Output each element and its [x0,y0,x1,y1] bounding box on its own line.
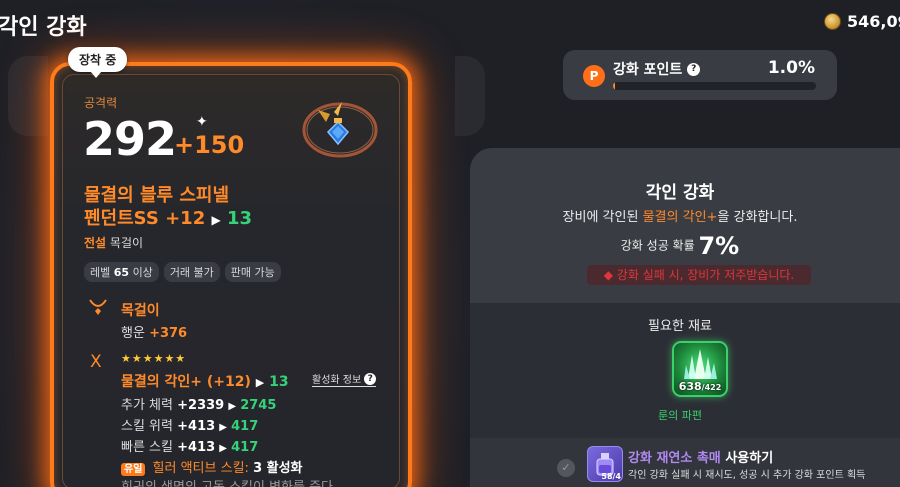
check-icon[interactable]: ✓ [557,459,575,477]
unique-skill-text: 힐러 액티브 스킬: [152,461,249,476]
equipped-badge: 장착 중 [68,47,128,78]
level-tag: 레벨 65 이상 [84,262,159,282]
catalyst-title: 강화 재연소 촉매 사용하기 [628,447,773,466]
stat-value: +413 [177,440,216,455]
enhance-point-label-text: 강화 포인트 [613,62,683,78]
rune-shard-icon [684,349,717,379]
panel-title: 각인 강화 [645,183,715,203]
page-title: 각인 강화 [0,15,87,40]
item-base-name: 펜던트SS [84,208,159,229]
coin-icon [824,13,841,30]
enhance-point-value: 1.0% [767,58,815,78]
engrave-name-text: 물결의 각인+ (+12) [121,374,251,390]
question-icon[interactable]: ? [687,62,701,76]
rune-shard-slot[interactable]: 638/422 [672,341,728,397]
stat-value: +413 [177,419,216,434]
activate-info-link[interactable]: 활성화 정보 ? [312,371,377,387]
point-icon: P [583,65,605,87]
main-stat-bonus: +150 [174,131,245,159]
required-materials: 필요한 재료 638/422 룬의 파편 [470,303,900,438]
unique-skill-line: 유일 힐러 액티브 스킬: 3 활성화 [121,457,303,476]
material-name: 룬의 파편 [658,409,702,422]
desc-highlight: 물결의 각인+ [642,210,718,225]
unique-skill-value: 3 활성화 [253,461,303,476]
level-prefix: 레벨 [90,266,111,279]
engrave-stat-line: 추가 체력 +2339 ▶ 2745 [121,394,276,413]
enhance-point-label: 강화 포인트 ? [613,59,701,79]
luck-stat: 행운 +376 [121,322,187,341]
stat-name: 빠른 스킬 [121,440,173,455]
desc-prefix: 장비에 각인된 [562,210,639,225]
engrave-stat-line: 빠른 스킬 +413 ▶ 417 [121,436,258,455]
main-stat-value: 292 [83,112,177,166]
item-name-line1: 물결의 블루 스피넬 [84,185,230,206]
stat-next-value: 2745 [240,398,277,413]
currency-amount: 546,09 [847,12,900,31]
catalyst-description: 각인 강화 실패 시 재시도, 성공 시 추가 강화 포인트 획득 [628,470,866,481]
engrave-icon: Ⅹ [90,352,102,372]
catalyst-name: 강화 재연소 촉매 [628,451,721,466]
material-have: 638 [678,380,702,393]
enhance-point-bar [613,82,816,90]
upgrade-next: 13 [227,208,253,229]
upgrade-current: +12 [165,208,206,229]
skill-description: 회귀의 생명의 고동 스킬이 변화를 준다 [121,476,333,487]
warning-icon: ◆ [603,268,613,282]
main-stat-label: 공격력 [84,96,118,110]
arrow-right-icon: ▶ [211,213,221,227]
item-type: 전설 목걸이 [84,234,143,251]
enhance-point-box: P 강화 포인트 ? 1.0% [563,50,837,100]
unique-badge: 유일 [121,463,146,476]
panel-description: 장비에 각인된 물결의 각인+을 강화합니다. [470,206,890,225]
activate-info-label: 활성화 정보 [312,375,362,386]
background-decoration [8,56,48,136]
sell-tag: 판매 가능 [224,262,281,282]
success-rate-label: 강화 성공 확률 [620,238,695,253]
success-rate-value: 7% [698,232,740,260]
sparkle-icon: ✦ [196,114,208,130]
background-decoration [455,56,485,136]
curse-warning-text: 강화 실패 시, 장비가 저주받습니다. [616,268,795,282]
item-name-line2: 펜던트SS +12 ▶ 13 [84,207,252,232]
desc-suffix: 을 강화합니다. [717,210,798,225]
luck-stat-name: 행운 [121,326,145,341]
item-type-label: 목걸이 [109,236,144,250]
material-count: 638/422 [674,380,726,393]
item-name: 물결의 블루 스피넬 펜던트SS +12 ▶ 13 [84,184,252,232]
stat-value: +2339 [177,398,225,413]
enhance-panel: 각인 강화 장비에 각인된 물결의 각인+을 강화합니다. 강화 성공 확률 7… [470,148,900,487]
engrave-stat-line: 스킬 위력 +413 ▶ 417 [121,415,258,434]
material-need: /422 [701,383,722,392]
curse-warning: ◆ 강화 실패 시, 장비가 저주받습니다. [587,265,811,285]
materials-title: 필요한 재료 [648,319,712,334]
currency-display: 546,09 [824,12,900,31]
engrave-stars: ★★★★★★ [121,352,187,365]
item-tags: 레벨 65 이상 거래 불가 판매 가능 [84,262,281,282]
section-necklace-title: 목걸이 [121,303,160,319]
arrow-right-icon: ▶ [228,401,237,412]
arrow-right-icon: ▶ [219,443,227,454]
question-icon: ? [364,372,377,385]
arrow-right-icon: ▶ [255,376,265,389]
necklace-icon [88,298,108,320]
catalyst-action: 사용하기 [725,451,774,466]
trade-tag: 거래 불가 [163,262,220,282]
level-suffix: 이상 [132,266,153,279]
arrow-right-icon: ▶ [219,422,227,433]
enhance-point-fill [613,82,616,90]
pendant-image [302,102,378,158]
stat-name: 추가 체력 [121,398,173,413]
stat-name: 스킬 위력 [121,419,173,434]
luck-stat-value: +376 [149,326,188,341]
engrave-name: 물결의 각인+ (+12) ▶ 13 [121,371,289,391]
level-value: 65 [113,266,130,279]
stat-next-value: 417 [231,419,259,434]
stat-next-value: 417 [231,440,259,455]
rarity-label: 전설 [84,236,107,250]
catalyst-option[interactable]: ✓ 58/4 강화 재연소 촉매 사용하기 각인 강화 실패 시 재시도, 성공… [470,438,900,487]
catalyst-icon: 58/4 [587,446,623,482]
engrave-next-level: 13 [269,374,289,390]
catalyst-count: 58/4 [601,472,621,481]
success-rate: 강화 성공 확률 7% [470,232,890,260]
